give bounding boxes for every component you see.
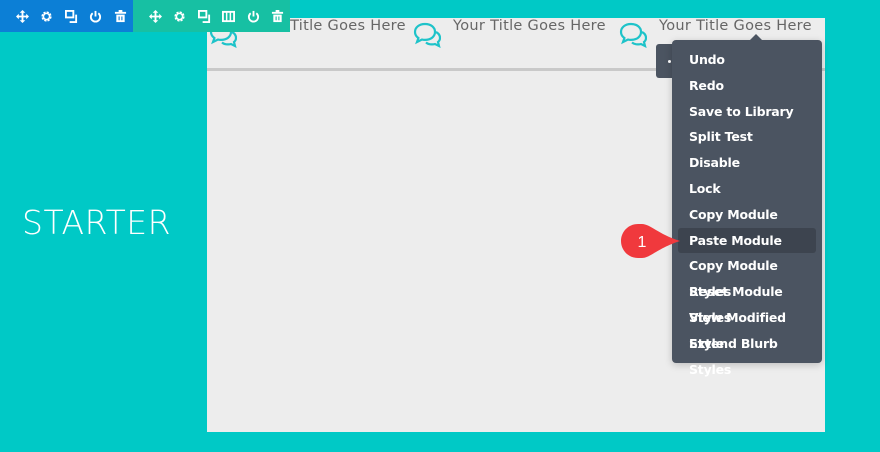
gear-icon[interactable] bbox=[168, 6, 193, 26]
row-toolbar bbox=[133, 0, 290, 32]
duplicate-icon[interactable] bbox=[59, 6, 84, 26]
duplicate-icon[interactable] bbox=[192, 6, 217, 26]
blurb-module[interactable]: Your Title Goes Here bbox=[413, 18, 606, 48]
power-icon[interactable] bbox=[84, 6, 109, 26]
chat-bubbles-icon bbox=[413, 22, 441, 48]
move-icon[interactable] bbox=[10, 6, 35, 26]
menu-item-paste-module[interactable]: Paste Module bbox=[678, 227, 816, 254]
blurb-title: Your Title Goes Here bbox=[453, 18, 606, 34]
menu-item-lock[interactable]: Lock bbox=[678, 176, 816, 202]
columns-icon[interactable] bbox=[217, 6, 242, 26]
blurb-title: Your Title Goes Here bbox=[659, 18, 812, 34]
context-menu: Undo Redo Save to Library Split Test Disable… bbox=[672, 34, 822, 377]
menu-item-view-modified-style[interactable]: View Modified Style bbox=[678, 305, 816, 351]
move-icon[interactable] bbox=[143, 6, 168, 26]
section-toolbar bbox=[0, 0, 133, 32]
menu-item-copy-module-styles[interactable]: Copy Module Styles bbox=[678, 253, 816, 299]
callout-number: 1 bbox=[638, 234, 647, 251]
menu-item-disable[interactable]: Disable bbox=[678, 150, 816, 176]
gear-icon[interactable] bbox=[35, 6, 60, 26]
step-callout-badge: 1 bbox=[621, 224, 680, 258]
menu-item-save-to-library[interactable]: Save to Library bbox=[678, 99, 816, 125]
menu-item-reset-module-styles[interactable]: Reset Module Styles bbox=[678, 279, 816, 325]
menu-item-undo[interactable]: Undo bbox=[678, 47, 816, 73]
trash-icon[interactable] bbox=[108, 6, 133, 26]
power-icon[interactable] bbox=[241, 6, 266, 26]
menu-item-copy-module[interactable]: Copy Module bbox=[678, 202, 816, 228]
dot-icon bbox=[668, 60, 671, 63]
section-label: STARTER bbox=[22, 203, 172, 242]
chat-bubbles-icon bbox=[619, 22, 647, 48]
menu-item-redo[interactable]: Redo bbox=[678, 73, 816, 99]
menu-item-extend-blurb-styles[interactable]: Extend Blurb Styles bbox=[678, 331, 816, 377]
menu-item-split-test[interactable]: Split Test bbox=[678, 124, 816, 150]
trash-icon[interactable] bbox=[266, 6, 291, 26]
